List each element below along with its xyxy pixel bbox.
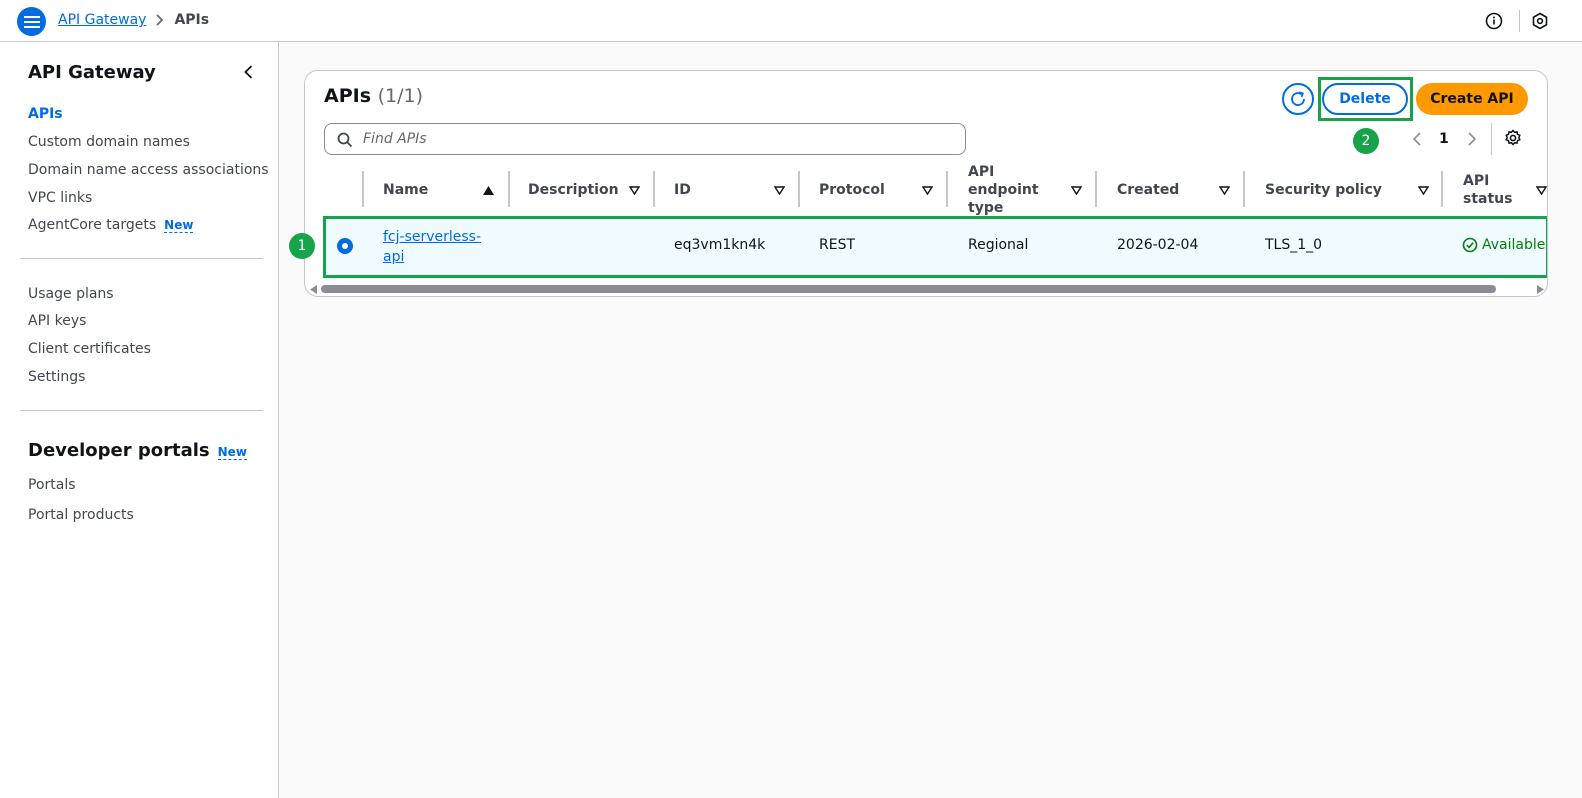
search-input[interactable]: [361, 127, 951, 151]
new-badge[interactable]: New: [164, 218, 194, 233]
menu-icon[interactable]: [17, 7, 46, 36]
side-navigation: API Gateway APIs Custom domain names Dom…: [0, 42, 279, 798]
sort-icon[interactable]: [1219, 185, 1230, 195]
notifications-icon[interactable]: [1530, 11, 1550, 31]
delete-button[interactable]: Delete: [1322, 83, 1408, 115]
sidebar-item-settings[interactable]: Settings: [28, 369, 85, 385]
sort-ascending-icon[interactable]: [483, 185, 494, 195]
sidebar-item-client-certificates[interactable]: Client certificates: [28, 341, 151, 357]
apis-table-container: APIs (1/1) Delete Create API 2 1 Name De…: [304, 70, 1548, 297]
sidebar-item-label: AgentCore targets: [28, 217, 157, 233]
pagination-page-1[interactable]: 1: [1439, 131, 1449, 147]
breadcrumb: API Gateway APIs: [58, 12, 209, 28]
column-header-protocol[interactable]: Protocol: [819, 171, 915, 209]
breadcrumb-apis: APIs: [174, 12, 210, 28]
pagination-next-icon[interactable]: [1465, 131, 1479, 147]
check-circle-icon: [1462, 237, 1478, 253]
sidebar-divider: [20, 258, 263, 259]
sort-icon[interactable]: [1536, 185, 1547, 195]
scrollbar-thumb[interactable]: [321, 285, 1496, 293]
cell-security-policy: TLS_1_0: [1265, 237, 1323, 253]
sidebar-item-portals[interactable]: Portals: [28, 477, 76, 493]
sidebar-item-vpc-links[interactable]: VPC links: [28, 190, 92, 206]
column-header-name[interactable]: Name: [383, 171, 479, 209]
column-divider: [1441, 171, 1443, 207]
sidebar-item-apis[interactable]: APIs: [28, 106, 63, 122]
panel-title-text: APIs: [324, 85, 372, 107]
column-header-security-policy[interactable]: Security policy: [1265, 171, 1405, 209]
row-select-radio[interactable]: [337, 238, 353, 254]
column-divider: [798, 171, 800, 207]
sidebar-item-agentcore-targets[interactable]: AgentCore targets New: [28, 217, 194, 233]
create-api-button[interactable]: Create API: [1416, 83, 1528, 115]
scroll-left-icon[interactable]: [308, 283, 318, 295]
sidebar-item-custom-domain-names[interactable]: Custom domain names: [28, 134, 190, 150]
column-divider: [1095, 171, 1097, 207]
sidebar-item-usage-plans[interactable]: Usage plans: [28, 286, 114, 302]
sort-icon[interactable]: [629, 185, 640, 195]
radio-dot: [342, 243, 348, 249]
column-divider: [1243, 171, 1245, 207]
cell-endpoint-type: Regional: [968, 237, 1029, 253]
apis-count: (1/1): [377, 85, 424, 107]
new-badge[interactable]: New: [217, 445, 247, 460]
column-header-created[interactable]: Created: [1117, 171, 1213, 209]
sidebar-item-api-keys[interactable]: API keys: [28, 313, 86, 329]
column-header-api-endpoint-type[interactable]: API endpoint type: [968, 164, 1068, 216]
sidebar-item-domain-name-access-associations[interactable]: Domain name access associations: [28, 162, 269, 178]
pagination-divider: [1491, 123, 1492, 155]
cell-created: 2026-02-04: [1117, 237, 1199, 253]
step-badge-1: 1: [289, 233, 315, 259]
scroll-right-icon[interactable]: [1535, 283, 1545, 295]
sidebar-section-developer-portals: Developer portals New: [28, 440, 247, 461]
api-name-link[interactable]: fcj-serverless-api: [383, 227, 483, 267]
gear-icon[interactable]: [1504, 129, 1522, 147]
column-divider: [946, 171, 948, 207]
search-icon: [336, 131, 354, 149]
chevron-right-icon: [156, 14, 164, 26]
step-badge-2: 2: [1353, 128, 1379, 154]
sidebar-divider: [20, 410, 263, 411]
sort-icon[interactable]: [774, 185, 785, 195]
status-text: Available: [1482, 237, 1546, 253]
search-field[interactable]: [324, 123, 966, 155]
column-divider: [362, 171, 364, 207]
table-row[interactable]: [324, 217, 1547, 277]
sort-icon[interactable]: [922, 185, 933, 195]
sidebar-title: API Gateway: [28, 62, 156, 83]
info-icon[interactable]: [1484, 11, 1504, 31]
sort-icon[interactable]: [1071, 185, 1082, 195]
section-title: Developer portals: [28, 440, 210, 461]
column-divider: [653, 171, 655, 207]
sidebar-item-portal-products[interactable]: Portal products: [28, 507, 134, 523]
breadcrumb-api-gateway[interactable]: API Gateway: [58, 12, 146, 28]
chevron-left-icon[interactable]: [240, 63, 256, 81]
top-navigation: API Gateway APIs: [0, 0, 1582, 42]
column-header-api-status[interactable]: API status: [1463, 171, 1523, 209]
panel-title: APIs (1/1): [324, 85, 423, 107]
cell-protocol: REST: [819, 237, 856, 253]
sort-icon[interactable]: [1418, 185, 1429, 195]
refresh-button[interactable]: [1282, 83, 1314, 115]
refresh-icon: [1291, 91, 1305, 106]
cell-id: eq3vm1kn4k: [674, 237, 766, 253]
cell-api-status: Available: [1462, 237, 1545, 253]
topbar-divider: [1519, 10, 1520, 32]
column-divider: [508, 171, 510, 207]
column-header-description[interactable]: Description: [528, 171, 624, 209]
column-header-id[interactable]: ID: [674, 171, 770, 209]
pagination-previous-icon[interactable]: [1410, 131, 1424, 147]
